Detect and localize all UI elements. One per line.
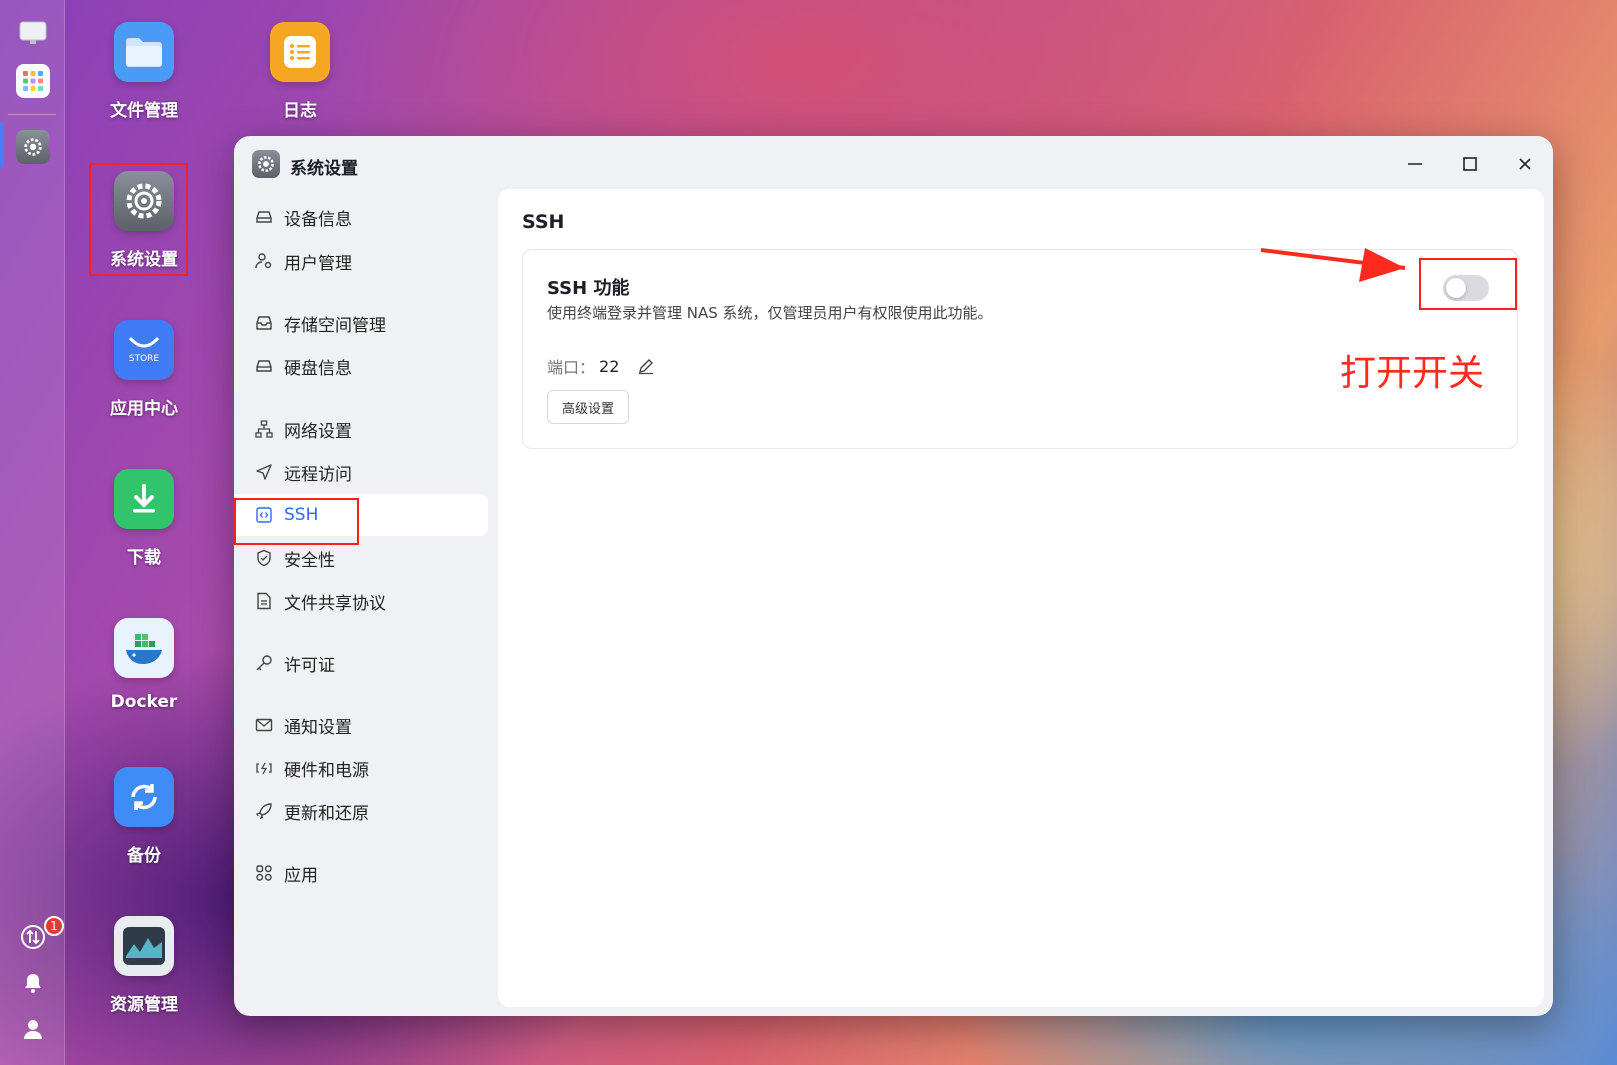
monitor-chart-icon [114,916,174,976]
network-icon [254,419,274,439]
sidebar-item-license[interactable]: 许可证 [234,642,488,684]
sidebar-item-update-restore[interactable]: 更新和还原 [234,790,488,832]
desktop-app-label: 日志 [283,101,317,121]
highlight-box-system-settings [89,163,188,276]
power-icon [254,758,274,778]
sidebar-item-label: 应用 [284,865,318,886]
ssh-feature-description: 使用终端登录并管理 NAS 系统，仅管理员用户有权限使用此功能。 [547,304,993,322]
desktop-app-label: 资源管理 [110,995,178,1015]
sidebar-item-network[interactable]: 网络设置 [234,408,488,450]
left-dock: 1 [0,0,65,1065]
shield-icon [254,548,274,568]
desktop-app-download[interactable]: 下载 [89,469,199,568]
sidebar-item-label: 更新和还原 [284,803,369,824]
edit-port-pencil-icon[interactable] [637,357,655,375]
close-icon [1519,158,1531,170]
desktop-app-label: 下载 [127,548,161,568]
drive-icon [254,207,274,227]
user-icon[interactable] [16,1012,50,1046]
sidebar-item-apps[interactable]: 应用 [234,852,488,894]
disk-icon [254,356,274,376]
sidebar-item-notifications[interactable]: 通知设置 [234,704,488,746]
minimize-button[interactable] [1401,150,1429,178]
desktop-app-log[interactable]: 日志 [245,22,355,121]
port-value: 22 [599,356,620,376]
highlight-box-toggle [1419,258,1517,310]
mail-icon [254,715,274,735]
key-icon [254,653,274,673]
sidebar-item-label: 许可证 [284,655,335,676]
sidebar-item-label: 硬盘信息 [284,358,352,379]
desktop-app-backup[interactable]: 备份 [89,767,199,866]
desktop-app-store[interactable]: STORE 应用中心 [89,320,199,419]
desktop-app-resource-monitor[interactable]: 资源管理 [89,916,199,1015]
settings-gear-icon [252,150,280,178]
dock-settings-gear-icon[interactable] [16,130,50,164]
dock-active-indicator [0,122,4,168]
close-button[interactable] [1511,150,1539,178]
ssh-feature-title: SSH 功能 [547,278,630,299]
desktop-app-label: 备份 [127,846,161,866]
sidebar-item-label: 通知设置 [284,717,352,738]
minimize-icon [1408,163,1422,165]
sidebar-item-remote-access[interactable]: 远程访问 [234,451,488,493]
sidebar-item-label: 安全性 [284,550,335,571]
rocket-icon [254,801,274,821]
sidebar-item-disk-info[interactable]: 硬盘信息 [234,345,488,387]
maximize-button[interactable] [1456,150,1484,178]
store-icon-text: STORE [128,354,160,364]
sidebar-item-label: 文件共享协议 [284,593,386,614]
sidebar-item-label: 存储空间管理 [284,315,386,336]
port-label: 端口： [547,358,596,377]
store-icon: STORE [114,320,174,380]
desktop-app-docker[interactable]: Docker [89,618,199,712]
notification-badge: 1 [44,916,64,936]
folder-icon [114,22,174,82]
download-icon [114,469,174,529]
page-title: SSH [522,211,565,233]
window-title: 系统设置 [290,159,358,179]
highlight-box-ssh-nav [234,498,359,545]
sidebar-item-label: 用户管理 [284,253,352,274]
port-row: 端口： 22 [547,354,655,378]
apps-icon [254,863,274,883]
sidebar-item-label: 远程访问 [284,464,352,485]
annotation-arrow-icon [1260,248,1406,282]
docker-icon [114,618,174,678]
sidebar-item-device-info[interactable]: 设备信息 [234,196,488,238]
desktop-app-label: 应用中心 [110,399,178,419]
sidebar-item-user-management[interactable]: 用户管理 [234,240,488,282]
maximize-icon [1463,157,1477,171]
settings-sidebar: 设备信息 用户管理 存储空间管理 硬盘信息 网络设置 远程访问 SSH 安全性 [234,190,496,1016]
sidebar-item-file-sharing[interactable]: 文件共享协议 [234,580,488,622]
sidebar-item-label: 设备信息 [284,209,352,230]
sidebar-item-label: 硬件和电源 [284,760,369,781]
app-grid-icon[interactable] [16,64,50,98]
desktop-icon[interactable] [16,16,50,50]
sidebar-item-label: 网络设置 [284,421,352,442]
user-gear-icon [254,251,274,271]
document-icon [254,591,274,611]
inbox-icon [254,313,274,333]
advanced-settings-button[interactable]: 高级设置 [547,390,630,424]
ssh-settings-panel: SSH SSH 功能 使用终端登录并管理 NAS 系统，仅管理员用户有权限使用此… [498,189,1544,1007]
send-icon [254,462,274,482]
desktop-app-file-manager[interactable]: 文件管理 [89,22,199,121]
desktop-app-label: Docker [110,692,178,712]
sync-icon [114,767,174,827]
desktop-app-label: 文件管理 [110,101,178,121]
sidebar-item-hardware-power[interactable]: 硬件和电源 [234,747,488,789]
bell-icon[interactable] [16,966,50,1000]
annotation-open-switch-text: 打开开关 [1340,353,1485,394]
notes-icon [270,22,330,82]
window-titlebar[interactable]: 系统设置 [234,136,1553,190]
sidebar-item-storage[interactable]: 存储空间管理 [234,302,488,344]
